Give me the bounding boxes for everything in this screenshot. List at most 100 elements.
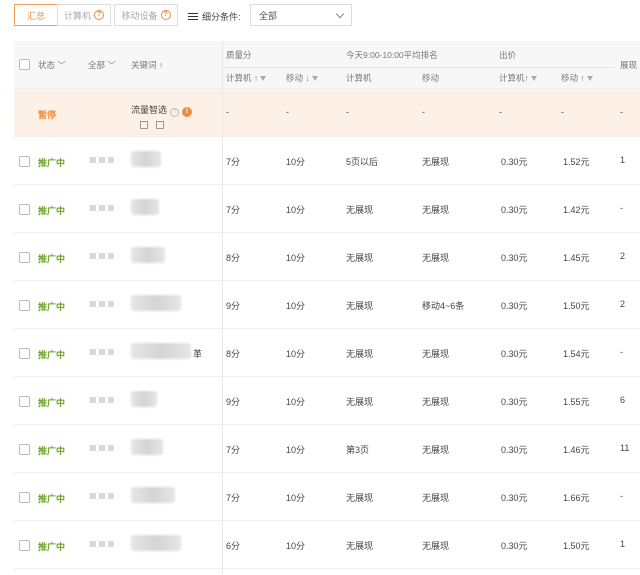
row-checkbox[interactable]: [19, 492, 30, 503]
bid-mobile[interactable]: 1.66元: [563, 491, 590, 504]
redacted-keyword: [131, 535, 181, 551]
row-checkbox[interactable]: [19, 252, 30, 263]
header-rank-mobile: 移动: [422, 73, 440, 83]
bid-computer[interactable]: 0.30元: [501, 539, 528, 552]
rank-computer: 无展现: [346, 205, 374, 215]
table-row-paused[interactable]: 暂停 流量智选? i - - - - - - -: [14, 89, 640, 137]
bid-computer[interactable]: 0.30元: [501, 203, 528, 216]
status-badge: 推广中: [38, 542, 66, 552]
quality-computer: 7分: [226, 445, 241, 455]
bid-computer[interactable]: 0.30元: [501, 251, 528, 264]
redacted-field: [90, 397, 114, 403]
row-checkbox[interactable]: [19, 396, 30, 407]
header-keyword[interactable]: 关键词 ↑: [131, 59, 163, 71]
help-icon[interactable]: ?: [170, 108, 180, 117]
info-icon[interactable]: i: [182, 107, 193, 117]
bid-mobile[interactable]: 1.46元: [563, 443, 590, 456]
bid-mobile[interactable]: 1.52元: [563, 155, 590, 168]
copy-icon[interactable]: [156, 121, 164, 129]
header-all[interactable]: 全部 ﹀: [88, 59, 116, 71]
table-row[interactable]: 推广中 7分 10分 无展现 无展现 0.30元 1.66元 -: [14, 473, 640, 521]
tab-mobile[interactable]: 移动设备 ?: [114, 4, 178, 26]
row-checkbox[interactable]: [19, 300, 30, 311]
filter-icon[interactable]: [530, 76, 537, 82]
filter-icon[interactable]: [586, 76, 593, 82]
quality-computer: 7分: [226, 493, 241, 503]
bid-mobile[interactable]: 1.54元: [563, 347, 590, 360]
row-checkbox[interactable]: [19, 444, 30, 455]
bid-computer[interactable]: 0.30元: [501, 395, 528, 408]
header-status[interactable]: 状态 ﹀: [38, 59, 66, 71]
table-row[interactable]: 推广中 革 8分 10分 无展现 无展现 0.30元 1.54元 -: [14, 329, 640, 377]
bid-computer[interactable]: 0.30元: [501, 155, 528, 168]
bid-mobile[interactable]: 1.42元: [563, 203, 590, 216]
quality-mobile: 10分: [286, 205, 306, 215]
header-impressions[interactable]: 展现: [620, 59, 637, 71]
header-quality-group: 质量分: [226, 50, 252, 60]
header-quality-computer[interactable]: 计算机 ↑: [226, 72, 267, 84]
bid-computer[interactable]: 0.30元: [501, 299, 528, 312]
rank-computer: 无展现: [346, 349, 374, 359]
filter-icon[interactable]: [260, 76, 267, 82]
impressions: 11: [620, 443, 630, 453]
header-bid-mobile[interactable]: 移动 ↑: [561, 72, 593, 84]
keyword-cell: 流量智选? i: [131, 103, 193, 117]
rank-mobile: 无展现: [422, 157, 450, 167]
redacted-keyword: [131, 151, 161, 167]
rank-mobile: 无展现: [422, 445, 450, 455]
quality-computer: 7分: [226, 205, 241, 215]
filter-icon[interactable]: [311, 76, 318, 82]
table-row[interactable]: 推广中 7分 10分 5页以后 无展现 0.30元 1.52元 1: [14, 137, 640, 185]
bid-mobile[interactable]: 1.55元: [563, 395, 590, 408]
chart-icon[interactable]: [140, 121, 148, 129]
redacted-keyword: [131, 295, 181, 311]
header-quality-mobile[interactable]: 移动 ↓: [286, 72, 318, 84]
rank-computer: 无展现: [346, 541, 374, 551]
header-divider: [224, 67, 614, 68]
chevron-down-icon: ﹀: [107, 60, 116, 70]
header-all-label: 全部: [88, 60, 106, 70]
rank-computer: 无展现: [346, 493, 374, 503]
tab-summary[interactable]: 汇总: [14, 4, 58, 26]
rank-mobile: -: [422, 107, 425, 117]
table-row[interactable]: 推广中 8分 10分 无展现 无展现 0.30元 1.45元 2: [14, 233, 640, 281]
table-row[interactable]: 推广中 9分 10分 无展现 移动4~6条 0.30元 1.50元 2: [14, 281, 640, 329]
filter-label-text: 细分条件:: [202, 12, 241, 22]
impressions: 2: [620, 251, 626, 261]
header-status-label: 状态: [38, 60, 56, 70]
help-icon[interactable]: ?: [94, 10, 104, 20]
impressions: -: [620, 491, 623, 501]
table-row[interactable]: 推广中 7分 10分 无展现 无展现 0.30元 1.42元 -: [14, 185, 640, 233]
tab-mobile-label: 移动设备: [121, 10, 158, 21]
bid-computer: -: [499, 107, 502, 117]
row-checkbox[interactable]: [19, 204, 30, 215]
bid-mobile[interactable]: 1.50元: [563, 539, 590, 552]
select-all-checkbox[interactable]: [19, 59, 30, 70]
rank-mobile: 无展现: [422, 493, 450, 503]
table-row[interactable]: 推广中 9分 10分 无展现 无展现 0.30元 1.55元 6: [14, 377, 640, 425]
help-icon[interactable]: ?: [160, 10, 171, 20]
bid-mobile[interactable]: 1.50元: [563, 299, 590, 312]
list-icon: [188, 12, 198, 21]
redacted-keyword: [131, 247, 165, 263]
table-row[interactable]: 推广中 6分 10分 无展现 无展现 0.30元 1.50元 1: [14, 521, 640, 569]
status-badge: 推广中: [38, 254, 66, 264]
bid-computer[interactable]: 0.30元: [501, 347, 528, 360]
rank-mobile: 无展现: [422, 253, 450, 263]
table-row[interactable]: 推广中 7分 10分 第3页 无展现 0.30元 1.46元 11: [14, 425, 640, 473]
filter-select[interactable]: 全部: [250, 4, 352, 26]
table-header: 状态 ﹀ 全部 ﹀ 关键词 ↑ 质量分 今天9:00-10:00平均排名 出价 …: [14, 41, 640, 89]
bid-mobile[interactable]: 1.45元: [563, 251, 590, 264]
header-rank-computer: 计算机: [346, 73, 372, 83]
rank-computer: 5页以后: [346, 157, 379, 167]
row-checkbox[interactable]: [19, 156, 30, 167]
bid-computer[interactable]: 0.30元: [501, 491, 528, 504]
impressions: -: [620, 203, 623, 213]
impressions: 2: [620, 299, 626, 309]
header-bid-computer[interactable]: 计算机↑: [499, 72, 537, 84]
row-checkbox[interactable]: [19, 348, 30, 359]
bid-computer[interactable]: 0.30元: [501, 443, 528, 456]
keyword-suffix: 革: [193, 349, 203, 359]
tab-computer[interactable]: 计算机 ?: [57, 4, 111, 26]
row-checkbox[interactable]: [19, 540, 30, 551]
